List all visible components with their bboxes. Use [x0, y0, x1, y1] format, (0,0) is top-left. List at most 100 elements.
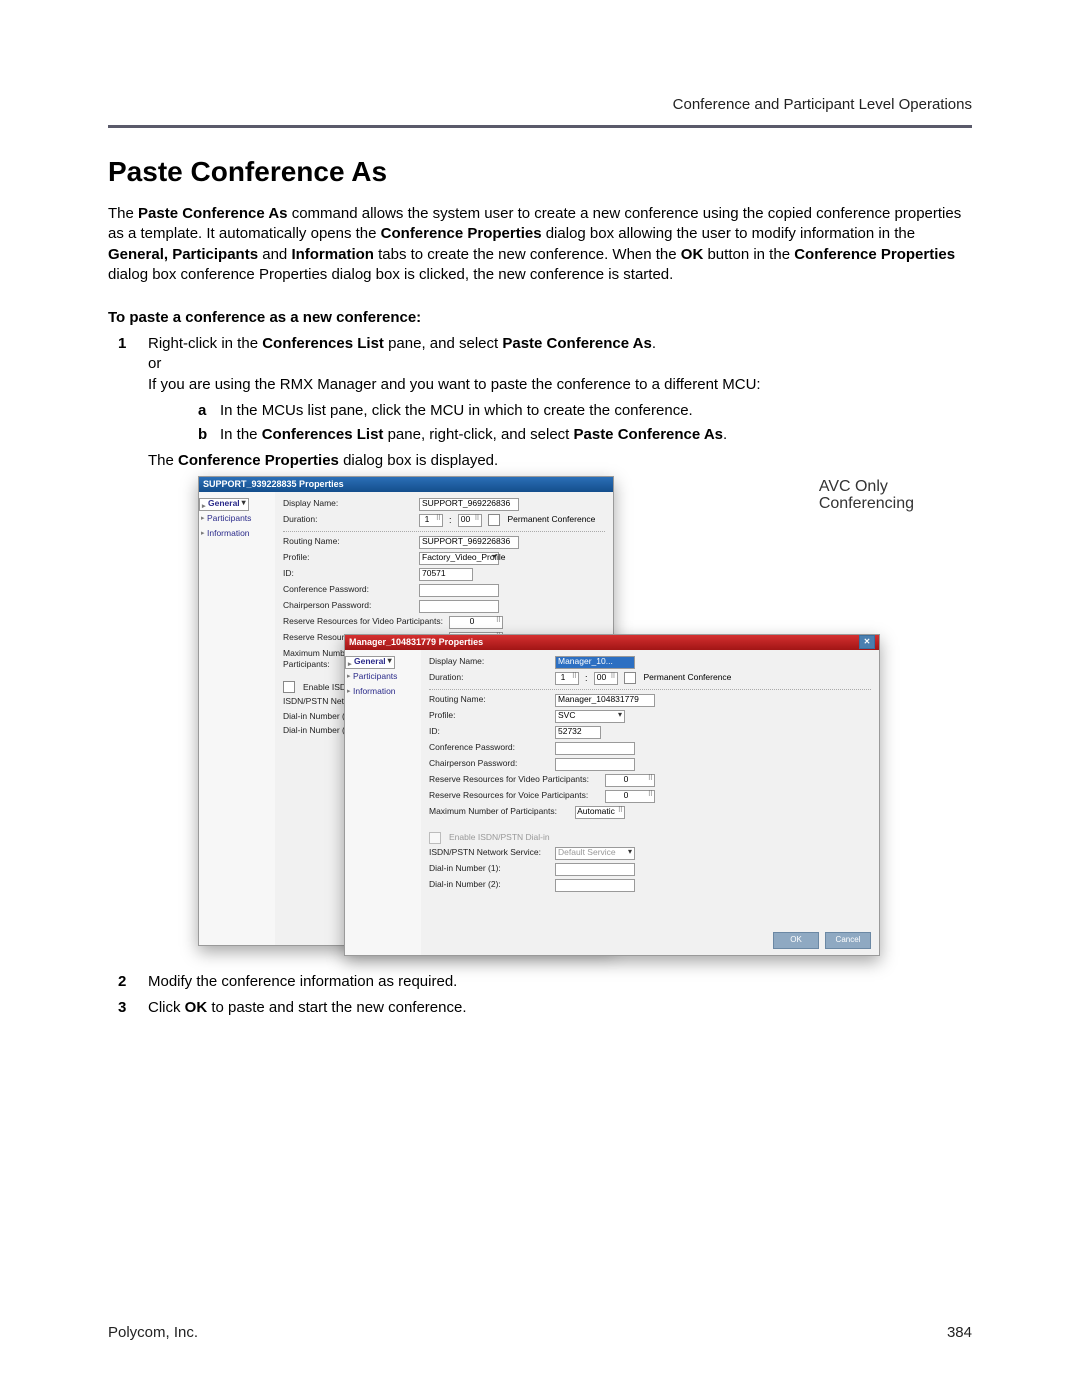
- alt-line: If you are using the RMX Manager and you…: [148, 375, 972, 395]
- cmd-name: Paste Conference As: [138, 205, 288, 222]
- text: pane, right-click, and select: [383, 426, 573, 443]
- tab-general[interactable]: General: [199, 498, 249, 511]
- duration-minutes-spin[interactable]: 00: [594, 672, 618, 685]
- permanent-conf-label: Permanent Conference: [508, 514, 596, 525]
- cancel-button[interactable]: Cancel: [825, 932, 871, 949]
- label-id: ID:: [283, 568, 413, 579]
- step-number: 2: [118, 972, 126, 992]
- text: Conferencing: [819, 495, 914, 512]
- paste-conf-bold: Paste Conference As: [502, 335, 652, 352]
- chair-password-input[interactable]: [555, 758, 635, 771]
- callout-avc: AVC Only Conferencing: [819, 478, 914, 513]
- label-reserve-voice: Reserve Resources for Voice Participants…: [429, 790, 599, 801]
- footer-company: Polycom, Inc.: [108, 1324, 198, 1341]
- duration-hours-spin[interactable]: 1: [419, 514, 443, 527]
- page-footer: Polycom, Inc. 384: [108, 1324, 972, 1341]
- text: and: [258, 246, 291, 263]
- dialog-title-bar[interactable]: SUPPORT_939228835 Properties: [199, 477, 613, 492]
- document-page: Conference and Participant Level Operati…: [0, 0, 1080, 1397]
- tab-participants[interactable]: Participants: [345, 669, 421, 684]
- text: .: [652, 335, 656, 352]
- reserve-video-spin[interactable]: 0: [605, 774, 655, 787]
- conf-password-input[interactable]: [555, 742, 635, 755]
- label-reserve-video: Reserve Resources for Video Participants…: [429, 774, 599, 785]
- step-3: 3 Click OK to paste and start the new co…: [136, 998, 972, 1018]
- page-title: Paste Conference As: [108, 156, 972, 188]
- tab-list: General Participants Information: [345, 650, 421, 955]
- duration-hours-spin[interactable]: 1: [555, 672, 579, 685]
- dial1-input[interactable]: [555, 863, 635, 876]
- running-header: Conference and Participant Level Operati…: [108, 96, 972, 125]
- tab-information[interactable]: Information: [199, 526, 275, 541]
- label-dial1: Dial-in Number (1):: [429, 863, 549, 874]
- procedure-subhead: To paste a conference as a new conferenc…: [108, 309, 972, 326]
- tab-information[interactable]: Information: [345, 684, 421, 699]
- text: button in the: [703, 246, 794, 263]
- isdn-service-select[interactable]: Default Service: [555, 847, 635, 860]
- dial2-input[interactable]: [555, 879, 635, 892]
- letter-b: b: [198, 425, 207, 445]
- chair-password-input[interactable]: [419, 600, 499, 613]
- label-routing-name: Routing Name:: [429, 694, 549, 705]
- text: Right-click in the: [148, 335, 262, 352]
- label-max-part: Maximum Number of Participants:: [429, 806, 569, 817]
- ok-bold-step3: OK: [185, 999, 208, 1016]
- enable-isdn-checkbox: [429, 832, 441, 844]
- substep-b: bIn the Conferences List pane, right-cli…: [198, 425, 972, 445]
- permanent-conf-checkbox[interactable]: [624, 672, 636, 684]
- label-conf-password: Conference Password:: [429, 742, 549, 753]
- label-display-name: Display Name:: [429, 656, 549, 667]
- display-name-input[interactable]: Manager_10...: [555, 656, 635, 669]
- label-duration: Duration:: [283, 514, 413, 525]
- substep-a: aIn the MCUs list pane, click the MCU in…: [198, 401, 972, 421]
- profile-select[interactable]: SVC: [555, 710, 625, 723]
- dialog-title-bar[interactable]: Manager_104831779 Properties ✕: [345, 635, 879, 650]
- text: The: [148, 452, 178, 469]
- substeps: aIn the MCUs list pane, click the MCU in…: [158, 401, 972, 446]
- tab-participants[interactable]: Participants: [199, 511, 275, 526]
- enable-isdn-checkbox[interactable]: [283, 681, 295, 693]
- permanent-conf-checkbox[interactable]: [488, 514, 500, 526]
- dialog-title-text: Manager_104831779 Properties: [349, 636, 483, 648]
- step-number: 1: [118, 334, 126, 354]
- text: dialog box is displayed.: [339, 452, 498, 469]
- routing-name-input[interactable]: SUPPORT_969226836: [419, 536, 519, 549]
- general-form: Display Name: Manager_10... Duration: 1:…: [421, 650, 879, 955]
- label-conf-password: Conference Password:: [283, 584, 413, 595]
- id-input[interactable]: 52732: [555, 726, 601, 739]
- tab-general[interactable]: General: [345, 656, 395, 669]
- label-id: ID:: [429, 726, 549, 737]
- reserve-video-spin[interactable]: 0: [449, 616, 503, 629]
- label-profile: Profile:: [429, 710, 549, 721]
- text: In the MCUs list pane, click the MCU in …: [220, 402, 693, 419]
- dialog-svc-conf-props: Manager_104831779 Properties ✕ General P…: [344, 634, 880, 956]
- paste-conf-bold-2: Paste Conference As: [574, 426, 724, 443]
- label-isdn-svc: ISDN/PSTN Network Service:: [429, 847, 549, 858]
- label-chair-password: Chairperson Password:: [429, 758, 549, 769]
- procedure-steps: 1 Right-click in the Conferences List pa…: [108, 334, 972, 1018]
- tab-list: General Participants Information: [199, 492, 275, 945]
- text: Click: [148, 999, 185, 1016]
- label-duration: Duration:: [429, 672, 549, 683]
- conf-list-bold-2: Conferences List: [262, 426, 384, 443]
- id-input[interactable]: 70571: [419, 568, 473, 581]
- max-part-spin[interactable]: Automatic: [575, 806, 625, 819]
- profile-select[interactable]: Factory_Video_Profile: [419, 552, 499, 565]
- dialog-shown-line: The Conference Properties dialog box is …: [148, 451, 972, 471]
- display-name-input[interactable]: SUPPORT_969226836: [419, 498, 519, 511]
- conf-password-input[interactable]: [419, 584, 499, 597]
- conf-list-bold: Conferences List: [262, 335, 384, 352]
- screenshot-figure: AVC Only Conferencing SVC Only Conferenc…: [198, 476, 908, 964]
- step-1: 1 Right-click in the Conferences List pa…: [136, 334, 972, 964]
- close-icon[interactable]: ✕: [859, 635, 875, 649]
- step-2: 2 Modify the conference information as r…: [136, 972, 972, 992]
- ok-button[interactable]: OK: [773, 932, 819, 949]
- text: Modify the conference information as req…: [148, 973, 457, 990]
- duration-minutes-spin[interactable]: 00: [458, 514, 482, 527]
- reserve-voice-spin[interactable]: 0: [605, 790, 655, 803]
- text: The: [108, 205, 138, 222]
- routing-name-input[interactable]: Manager_104831779: [555, 694, 655, 707]
- footer-page-number: 384: [947, 1324, 972, 1341]
- conf-props-2: Conference Properties: [794, 246, 955, 263]
- conf-props-1: Conference Properties: [381, 225, 542, 242]
